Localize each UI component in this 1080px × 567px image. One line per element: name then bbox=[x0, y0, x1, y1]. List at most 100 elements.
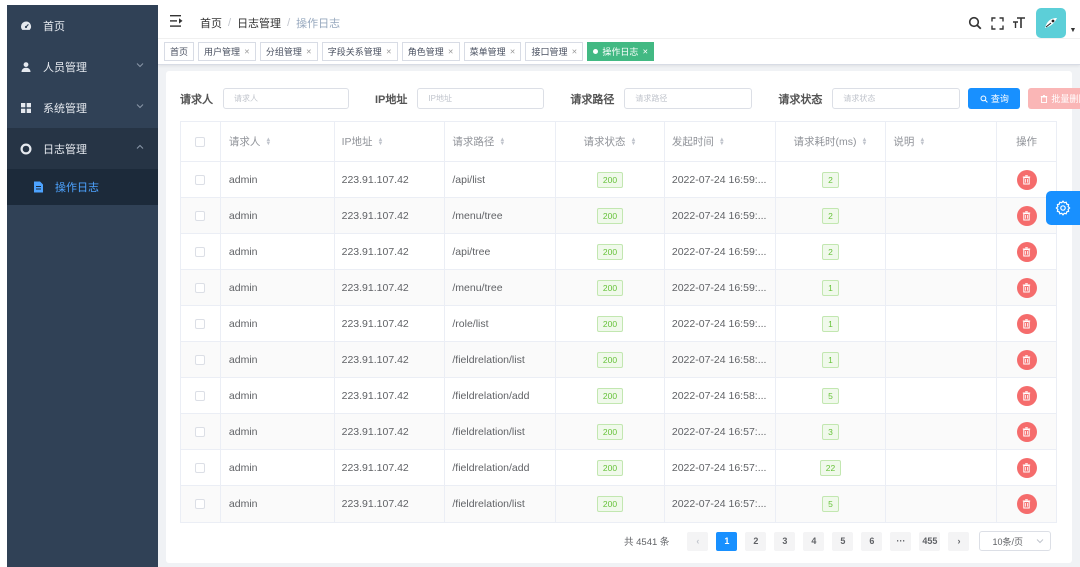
row-checkbox[interactable] bbox=[195, 282, 206, 293]
page-size-select[interactable]: 10条/页 bbox=[979, 531, 1052, 551]
page-button[interactable]: 5 bbox=[832, 531, 854, 551]
page-button[interactable]: ··· bbox=[890, 531, 912, 551]
row-select-cell bbox=[181, 198, 221, 233]
cell-ip: 223.91.107.42 bbox=[335, 378, 446, 413]
fullscreen-icon[interactable] bbox=[986, 10, 1008, 36]
page-button[interactable]: 4 bbox=[803, 531, 825, 551]
log-icon bbox=[19, 142, 33, 156]
cell-time: 2022-07-24 16:58:... bbox=[665, 378, 776, 413]
close-icon[interactable]: ✕ bbox=[510, 48, 516, 56]
tag-menu-management[interactable]: 菜单管理 ✕ bbox=[463, 42, 522, 61]
header-note[interactable]: 说明 ▲ ▼ bbox=[886, 122, 998, 161]
delete-row-button[interactable] bbox=[1016, 313, 1037, 334]
sort-icon[interactable]: ▲ ▼ bbox=[378, 137, 384, 147]
header-ip[interactable]: IP地址 ▲ ▼ bbox=[335, 122, 446, 161]
breadcrumb-logs[interactable]: 日志管理 bbox=[237, 15, 281, 31]
page-button[interactable]: 1 bbox=[716, 531, 738, 551]
sidebar-subitem-operation-log[interactable]: 操作日志 bbox=[7, 169, 158, 205]
sidebar-item-logs[interactable]: 日志管理 bbox=[7, 128, 158, 169]
header-requester[interactable]: 请求人 ▲ ▼ bbox=[221, 122, 335, 161]
page-button[interactable]: 455 bbox=[919, 531, 941, 551]
settings-button[interactable] bbox=[1046, 191, 1080, 225]
table-row: admin 223.91.107.42/menu/tree 200 2022-07-2… bbox=[181, 198, 1056, 234]
tag-field-relation-management[interactable]: 字段关系管理 ✕ bbox=[321, 42, 398, 61]
delete-row-button[interactable] bbox=[1016, 205, 1037, 226]
sort-icon[interactable]: ▲ ▼ bbox=[631, 137, 637, 147]
sidebar-item-personnel[interactable]: 人员管理 bbox=[7, 46, 158, 87]
page-button[interactable]: 3 bbox=[774, 531, 796, 551]
delete-row-button[interactable] bbox=[1016, 494, 1037, 514]
delete-row-button[interactable] bbox=[1016, 277, 1037, 298]
close-icon[interactable]: ✕ bbox=[642, 48, 648, 56]
font-size-icon[interactable] bbox=[1008, 10, 1030, 36]
tag-home[interactable]: 首页 bbox=[164, 42, 195, 61]
status-input[interactable]: 请求状态 bbox=[832, 88, 961, 109]
page-button[interactable]: 6 bbox=[861, 531, 883, 551]
tag-role-management[interactable]: 角色管理 ✕ bbox=[401, 42, 460, 61]
row-checkbox[interactable] bbox=[195, 499, 206, 509]
sidebar-item-system[interactable]: 系统管理 bbox=[7, 87, 158, 128]
row-checkbox[interactable] bbox=[195, 318, 206, 329]
sort-icon[interactable]: ▲ ▼ bbox=[719, 137, 725, 147]
delete-row-button[interactable] bbox=[1016, 421, 1037, 442]
tag-api-management[interactable]: 接口管理 ✕ bbox=[525, 42, 584, 61]
row-checkbox[interactable] bbox=[195, 354, 206, 365]
table-row: admin 223.91.107.42/fieldrelation/add 200 2… bbox=[181, 450, 1056, 486]
header-cost[interactable]: 请求耗时(ms) ▲ ▼ bbox=[776, 122, 887, 161]
row-checkbox[interactable] bbox=[195, 174, 206, 185]
header-status[interactable]: 请求状态 ▲ ▼ bbox=[556, 122, 665, 161]
delete-row-button[interactable] bbox=[1016, 457, 1037, 478]
cell-cost: 1 bbox=[776, 306, 887, 341]
tag-user-management[interactable]: 用户管理 ✕ bbox=[198, 42, 256, 61]
cell-path: /menu/tree bbox=[445, 198, 557, 233]
status-badge: 200 bbox=[596, 459, 624, 476]
sort-icon[interactable]: ▲ ▼ bbox=[265, 137, 271, 147]
delete-row-button[interactable] bbox=[1016, 349, 1037, 370]
trash-icon bbox=[1041, 94, 1048, 103]
row-checkbox[interactable] bbox=[195, 390, 206, 401]
tag-group-management[interactable]: 分组管理 ✕ bbox=[259, 42, 318, 61]
path-input[interactable]: 请求路径 bbox=[624, 88, 753, 109]
table-row: admin 223.91.107.42/menu/tree 200 2022-07-2… bbox=[181, 270, 1056, 306]
breadcrumb-home[interactable]: 首页 bbox=[200, 15, 222, 31]
close-icon[interactable]: ✕ bbox=[448, 48, 454, 56]
row-checkbox[interactable] bbox=[195, 462, 206, 473]
hamburger-icon[interactable] bbox=[170, 15, 184, 27]
close-icon[interactable]: ✕ bbox=[571, 48, 577, 56]
select-all-checkbox[interactable] bbox=[195, 136, 206, 147]
batch-delete-button[interactable]: 批量删除 bbox=[1028, 88, 1080, 109]
sort-icon[interactable]: ▲ ▼ bbox=[919, 137, 925, 147]
caret-down-icon[interactable]: ▼ bbox=[1066, 27, 1080, 34]
delete-row-button[interactable] bbox=[1016, 241, 1037, 262]
cell-ip: 223.91.107.42 bbox=[335, 270, 446, 305]
sidebar-item-home[interactable]: 首页 bbox=[7, 5, 158, 46]
sort-icon[interactable]: ▲ ▼ bbox=[499, 137, 505, 147]
sort-icon[interactable]: ▲ ▼ bbox=[862, 137, 868, 147]
requester-input[interactable]: 请求人 bbox=[223, 88, 349, 109]
ip-input[interactable]: IP地址 bbox=[417, 88, 545, 109]
avatar[interactable] bbox=[1036, 8, 1066, 38]
user-icon bbox=[19, 60, 33, 74]
search-icon[interactable] bbox=[964, 10, 986, 36]
cell-time: 2022-07-24 16:57:... bbox=[665, 486, 776, 522]
tag-operation-log[interactable]: 操作日志 ✕ bbox=[587, 42, 655, 61]
query-button[interactable]: 查询 bbox=[968, 88, 1021, 109]
delete-row-button[interactable] bbox=[1016, 385, 1037, 406]
header-time[interactable]: 发起时间 ▲ ▼ bbox=[665, 122, 776, 161]
tag-label: 分组管理 bbox=[265, 47, 302, 57]
close-icon[interactable]: ✕ bbox=[244, 48, 250, 56]
grid-icon bbox=[19, 101, 33, 115]
row-checkbox[interactable] bbox=[195, 210, 206, 221]
close-icon[interactable]: ✕ bbox=[306, 48, 312, 56]
delete-row-button[interactable] bbox=[1016, 169, 1037, 190]
next-page-button[interactable]: › bbox=[948, 531, 970, 551]
row-checkbox[interactable] bbox=[195, 246, 206, 257]
page-button[interactable]: 2 bbox=[745, 531, 767, 551]
cell-status: 200 bbox=[556, 162, 665, 197]
row-checkbox[interactable] bbox=[195, 426, 206, 437]
cell-note bbox=[886, 198, 998, 233]
header-path[interactable]: 请求路径 ▲ ▼ bbox=[445, 122, 557, 161]
requester-label: 请求人 bbox=[180, 93, 213, 106]
close-icon[interactable]: ✕ bbox=[386, 48, 392, 56]
prev-page-button[interactable]: ‹ bbox=[687, 531, 709, 551]
